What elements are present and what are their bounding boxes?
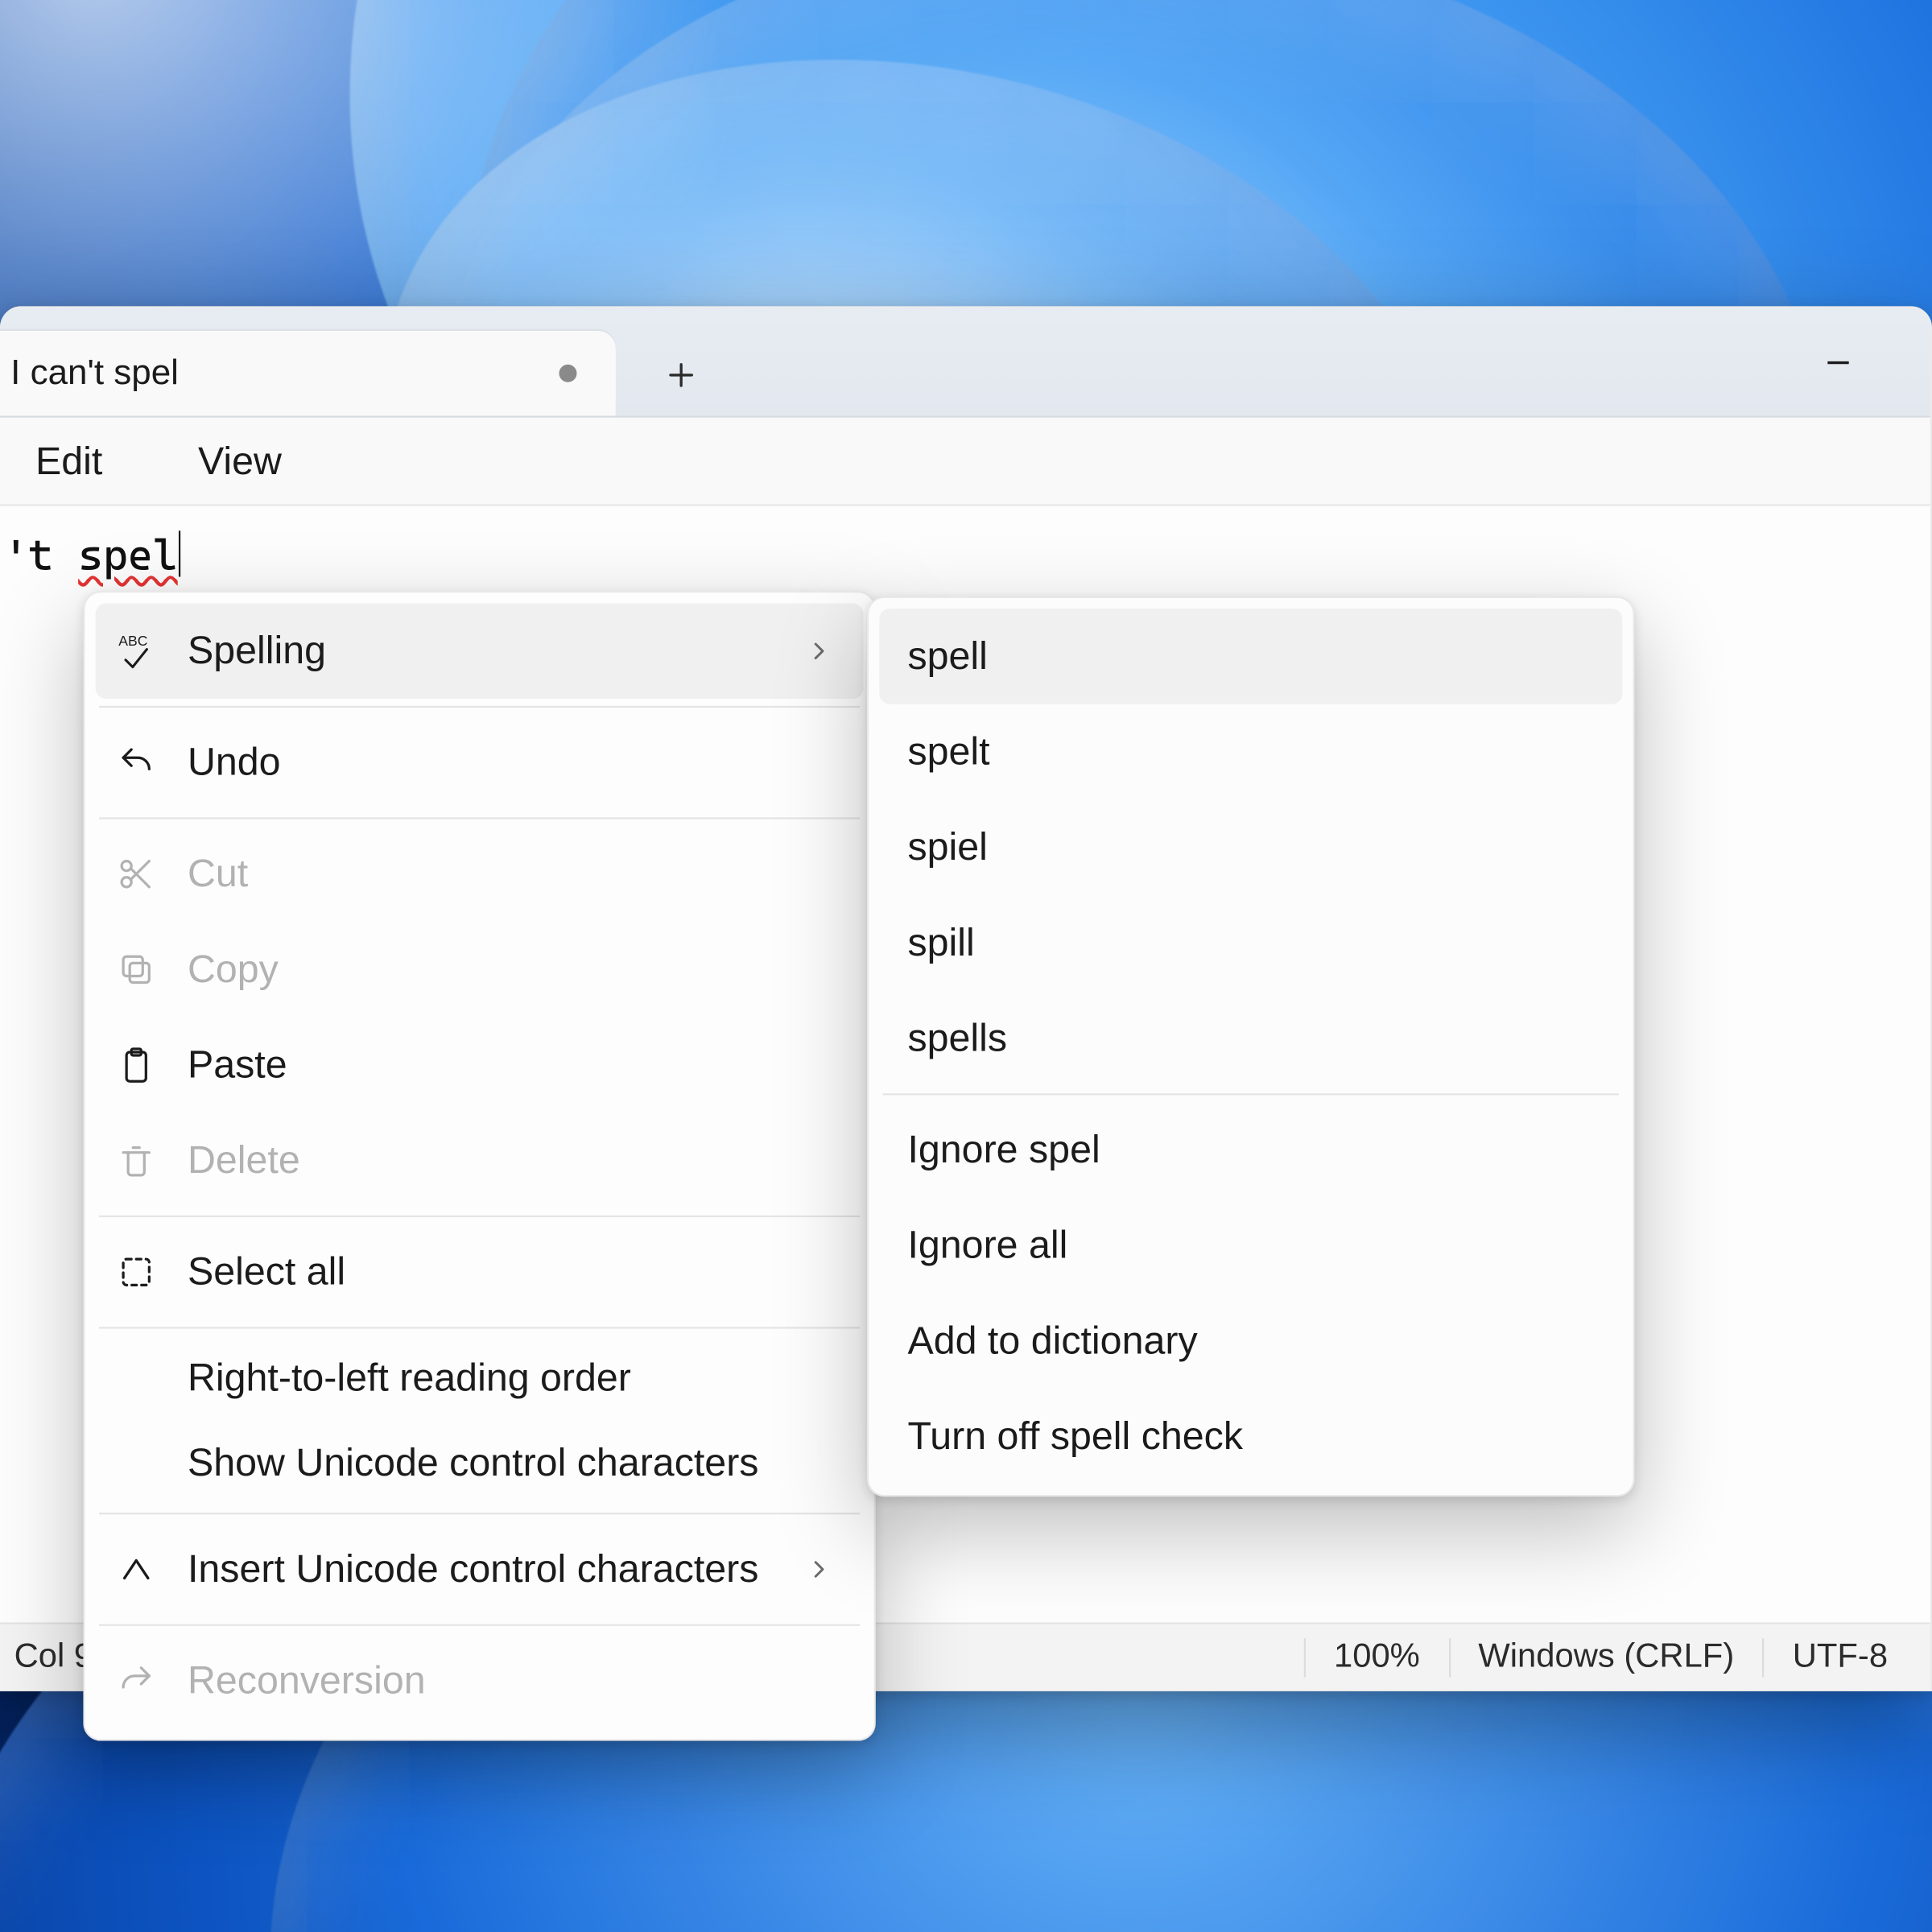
- suggestion-label: spill: [907, 920, 974, 966]
- spell-suggestion[interactable]: spill: [879, 895, 1622, 991]
- caret-up-icon: [109, 1551, 163, 1587]
- status-encoding[interactable]: UTF-8: [1762, 1637, 1916, 1676]
- minimize-button[interactable]: [1799, 324, 1877, 402]
- spellcheck-icon: ABC: [109, 630, 163, 672]
- menu-edit[interactable]: Edit: [18, 427, 120, 495]
- trash-icon: [109, 1141, 163, 1180]
- svg-text:ABC: ABC: [118, 633, 147, 649]
- menu-view[interactable]: View: [180, 427, 299, 495]
- context-item-spelling[interactable]: ABC Spelling: [96, 603, 864, 699]
- context-label: Copy: [188, 947, 839, 993]
- spell-suggestion[interactable]: spells: [879, 991, 1622, 1087]
- suggestion-label: spelt: [907, 729, 989, 774]
- new-tab-button[interactable]: [641, 334, 722, 415]
- context-item-select-all[interactable]: Select all: [96, 1224, 864, 1320]
- chevron-right-icon: [799, 1555, 838, 1583]
- context-label: Insert Unicode control characters: [188, 1546, 775, 1592]
- document-tab[interactable]: I can't spel: [0, 331, 616, 415]
- editor-text-prefix: 't: [3, 530, 78, 580]
- titlebar: I can't spel: [0, 308, 1930, 417]
- context-label: Paste: [188, 1042, 839, 1088]
- context-label: Reconversion: [188, 1657, 839, 1703]
- context-label: Show Unicode control characters: [188, 1440, 839, 1486]
- context-item-copy: Copy: [96, 922, 864, 1018]
- turn-off-spell-check[interactable]: Turn off spell check: [879, 1389, 1622, 1484]
- minimize-icon: [1823, 347, 1855, 379]
- context-label: Cut: [188, 851, 839, 897]
- submenu-label: Add to dictionary: [907, 1318, 1197, 1364]
- tab-title: I can't spel: [10, 353, 541, 394]
- context-label: Delete: [188, 1137, 839, 1183]
- redo-icon: [109, 1662, 163, 1700]
- status-line-endings[interactable]: Windows (CRLF): [1448, 1637, 1762, 1676]
- spell-suggestion[interactable]: spell: [879, 609, 1622, 704]
- status-zoom[interactable]: 100%: [1304, 1637, 1448, 1676]
- menubar: Edit View: [0, 418, 1930, 506]
- submenu-label: Ignore all: [907, 1223, 1067, 1269]
- submenu-label: Turn off spell check: [907, 1414, 1243, 1459]
- misspelled-word: spel: [78, 530, 178, 580]
- ignore-all[interactable]: Ignore all: [879, 1198, 1622, 1294]
- context-item-insert-unicode[interactable]: Insert Unicode control characters: [96, 1521, 864, 1617]
- context-label: Right-to-left reading order: [188, 1356, 839, 1402]
- copy-icon: [109, 950, 163, 989]
- context-item-reconversion: Reconversion: [96, 1633, 864, 1729]
- submenu-label: Ignore spel: [907, 1127, 1100, 1173]
- text-caret: [180, 530, 181, 576]
- suggestion-label: spell: [907, 634, 987, 679]
- select-all-icon: [109, 1253, 163, 1291]
- spell-suggestion[interactable]: spiel: [879, 799, 1622, 895]
- context-label: Select all: [188, 1249, 839, 1295]
- context-label: Undo: [188, 740, 839, 786]
- context-item-delete: Delete: [96, 1113, 864, 1208]
- context-item-show-unicode[interactable]: Show Unicode control characters: [96, 1421, 864, 1505]
- scissors-icon: [109, 855, 163, 894]
- window-controls: [1799, 308, 1930, 417]
- undo-icon: [109, 743, 163, 782]
- add-to-dictionary[interactable]: Add to dictionary: [879, 1294, 1622, 1389]
- chevron-right-icon: [799, 637, 838, 665]
- context-item-cut: Cut: [96, 826, 864, 922]
- spell-suggestion[interactable]: spelt: [879, 704, 1622, 800]
- unsaved-indicator-icon: [559, 365, 577, 382]
- spelling-submenu: spell spelt spiel spill spells Ignore sp…: [867, 597, 1635, 1497]
- context-menu: ABC Spelling Undo Cut Copy Paste: [83, 591, 876, 1741]
- suggestion-label: spells: [907, 1016, 1007, 1062]
- clipboard-icon: [109, 1046, 163, 1084]
- ignore-word[interactable]: Ignore spel: [879, 1102, 1622, 1198]
- plus-icon: [665, 359, 697, 391]
- context-item-rtl-reading[interactable]: Right-to-left reading order: [96, 1335, 864, 1420]
- context-label: Spelling: [188, 628, 775, 674]
- context-item-undo[interactable]: Undo: [96, 715, 864, 811]
- context-item-paste[interactable]: Paste: [96, 1018, 864, 1113]
- suggestion-label: spiel: [907, 824, 987, 870]
